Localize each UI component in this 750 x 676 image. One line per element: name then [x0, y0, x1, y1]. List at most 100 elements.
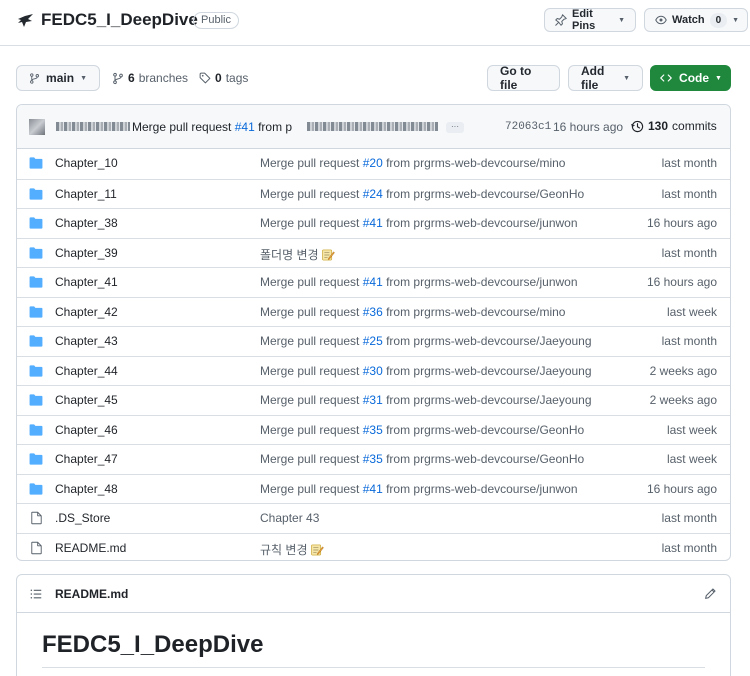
file-row: Chapter_41 Merge pull request #41 from pr… — [17, 267, 730, 297]
file-navigation: main ▼ 6 branches 0 tags Go to file Add … — [0, 64, 750, 92]
tags-link[interactable]: 0 tags — [199, 71, 248, 85]
commit-message-suffix: from prgrms-web-devcourse/GeonHo — [382, 452, 585, 466]
file-name-link[interactable]: Chapter_47 — [55, 452, 118, 466]
commit-message-text: 규칙 변경 — [260, 542, 308, 557]
file-name-link[interactable]: Chapter_11 — [55, 187, 117, 201]
file-name-link[interactable]: Chapter_39 — [55, 246, 118, 260]
commit-message-text: Merge pull request — [260, 275, 363, 289]
commit-message-suffix: from prgrms-web-devcourse/mino — [382, 304, 566, 319]
commit-message-suffix: from prgrms-web-devcourse/junwon — [382, 216, 578, 230]
owner-avatar-icon[interactable] — [16, 11, 36, 31]
chevron-down-icon: ▼ — [732, 16, 740, 24]
file-commit-message[interactable]: Merge pull request #35 from prgrms-web-d… — [260, 423, 584, 437]
file-commit-age: last week — [666, 452, 717, 466]
file-name-link[interactable]: Chapter_46 — [55, 423, 118, 437]
branches-count: 6 — [128, 71, 135, 85]
file-commit-age: last month — [661, 186, 717, 201]
chevron-down-icon: ▼ — [80, 74, 87, 82]
file-name-link[interactable]: Chapter_44 — [55, 364, 118, 378]
code-button[interactable]: Code ▼ — [650, 65, 731, 91]
folder-icon — [29, 187, 43, 200]
file-commit-message[interactable]: Merge pull request #41 from prgrms-web-d… — [260, 216, 578, 230]
file-commit-message[interactable]: Merge pull request #36 from prgrms-web-d… — [260, 305, 565, 319]
readme-heading: FEDC5_I_DeepDive — [42, 631, 264, 658]
go-to-file-button[interactable]: Go to file — [487, 64, 560, 92]
commit-pr-link[interactable]: #36 — [363, 305, 383, 319]
folder-icon — [29, 394, 43, 406]
commit-pr-link[interactable]: #35 — [363, 452, 383, 466]
commit-message-suffix: from prgrms-web-devcourse/mino — [382, 156, 566, 170]
file-commit-message[interactable]: Merge pull request #20 from prgrms-web-d… — [260, 156, 565, 170]
file-name-link[interactable]: Chapter_42 — [55, 305, 118, 319]
add-file-button[interactable]: Add file ▼ — [568, 64, 643, 92]
file-commit-age: 2 weeks ago — [649, 393, 717, 407]
add-file-label: Add file — [581, 64, 605, 92]
commit-pr-link[interactable]: #31 — [363, 393, 383, 407]
redacted-author — [56, 122, 130, 131]
commit-pr-link[interactable]: #35 — [363, 423, 383, 437]
commit-pr-link[interactable]: #41 — [363, 216, 383, 230]
commit-pr-link[interactable]: #20 — [363, 156, 383, 170]
file-row: Chapter_44 Merge pull request #30 from pr… — [17, 355, 730, 386]
file-name-link[interactable]: Chapter_45 — [55, 393, 118, 407]
latest-commit-message[interactable]: Merge pull request #41 from p — [132, 120, 292, 134]
latest-commit-bar: Merge pull request #41 from p ··· 72063c… — [17, 105, 730, 149]
file-commit-message[interactable]: Merge pull request #41 from prgrms-web-d… — [260, 275, 578, 289]
folder-icon — [29, 217, 43, 229]
commit-pr-link[interactable]: #30 — [363, 364, 383, 378]
commit-pr-link[interactable]: #41 — [363, 482, 383, 496]
commit-sha[interactable]: 72063c1 — [505, 121, 551, 133]
file-commit-message[interactable]: Merge pull request #25 from prgrms-web-d… — [260, 334, 592, 348]
file-name-link[interactable]: Chapter_48 — [55, 482, 118, 496]
chevron-down-icon: ▼ — [715, 74, 722, 82]
go-to-file-label: Go to file — [500, 64, 532, 92]
file-row: README.md 규칙 변경 last month — [17, 532, 730, 561]
file-commit-message[interactable]: Merge pull request #31 from prgrms-web-d… — [260, 393, 592, 407]
committer-avatar[interactable] — [29, 119, 45, 135]
file-commit-message[interactable]: Merge pull request #35 from prgrms-web-d… — [260, 452, 584, 466]
commit-pr-link[interactable]: #41 — [363, 275, 383, 289]
file-name-link[interactable]: Chapter_43 — [55, 334, 118, 348]
file-name-link[interactable]: Chapter_38 — [55, 216, 118, 230]
file-commit-message[interactable]: Merge pull request #30 from prgrms-web-d… — [260, 364, 592, 378]
branches-link[interactable]: 6 branches — [112, 71, 188, 85]
file-commit-message[interactable]: 폴더명 변경 — [260, 246, 335, 263]
file-name-link[interactable]: README.md — [55, 541, 126, 555]
pin-icon — [555, 14, 567, 26]
file-name-link[interactable]: Chapter_10 — [55, 156, 118, 170]
repo-name-link[interactable]: FEDC5_I_DeepDive — [41, 10, 198, 30]
list-unordered-icon[interactable] — [30, 588, 42, 600]
memo-emoji-icon — [321, 249, 335, 260]
watch-button[interactable]: Watch 0 ▼ — [644, 8, 748, 32]
folder-icon — [29, 364, 43, 377]
edit-pins-button[interactable]: Edit Pins ▼ — [544, 8, 636, 32]
file-row: Chapter_47 Merge pull request #35 from pr… — [17, 444, 730, 474]
visibility-badge: Public — [193, 12, 239, 29]
file-name-link[interactable]: Chapter_41 — [55, 275, 118, 289]
file-row: Chapter_43 Merge pull request #25 from pr… — [17, 326, 730, 356]
commit-pr-link[interactable]: #25 — [363, 334, 383, 348]
commit-message-suffix: from prgrms-web-devcourse/GeonHo — [382, 186, 585, 201]
commit-pr-link[interactable]: #24 — [363, 187, 383, 201]
repo-header: FEDC5_I_DeepDive Public Edit Pins ▼ Watc… — [0, 0, 750, 46]
file-commit-message[interactable]: Merge pull request #41 from prgrms-web-d… — [260, 482, 578, 496]
file-commit-message[interactable]: Merge pull request #24 from prgrms-web-d… — [260, 187, 584, 201]
commit-message-text: Merge pull request — [260, 216, 363, 230]
file-row: Chapter_38 Merge pull request #41 from pr… — [17, 208, 730, 238]
code-label: Code — [679, 71, 710, 85]
readme-divider — [42, 667, 705, 668]
branch-select-button[interactable]: main ▼ — [16, 65, 100, 91]
readme-filename[interactable]: README.md — [55, 587, 128, 601]
commit-message-text: Merge pull request — [260, 481, 363, 496]
file-commit-message[interactable]: 규칙 변경 — [260, 541, 324, 558]
commit-message-text: Merge pull request — [260, 452, 363, 466]
file-name-link[interactable]: .DS_Store — [55, 511, 110, 525]
commits-history-link[interactable]: 130 commits — [631, 119, 717, 133]
file-commit-message[interactable]: Chapter 43 — [260, 511, 319, 525]
commit-message-text: Chapter 43 — [260, 511, 320, 525]
file-row: Chapter_10 Merge pull request #20 from pr… — [17, 149, 730, 179]
expand-commit-button[interactable]: ··· — [446, 122, 464, 133]
pencil-icon[interactable] — [704, 587, 717, 600]
file-commit-age: 16 hours ago — [646, 216, 717, 230]
commit-pr-link[interactable]: #41 — [235, 120, 255, 134]
